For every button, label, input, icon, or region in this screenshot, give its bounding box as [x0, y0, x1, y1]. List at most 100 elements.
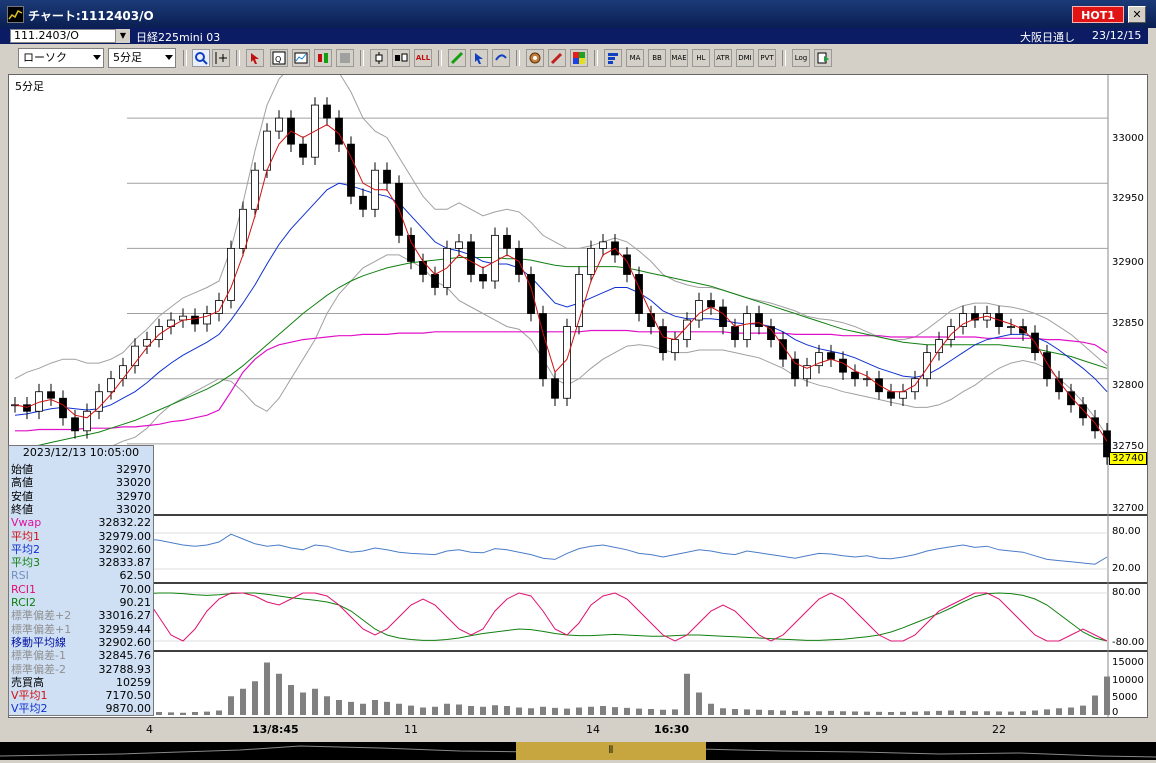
candle-body [1043, 352, 1051, 380]
bollinger-lower-line [14, 254, 1108, 458]
color-palette-icon[interactable] [570, 49, 588, 67]
price-tick: 32700 [1112, 503, 1144, 514]
instrument-name: 日経225mini 03 [136, 31, 221, 44]
candle-body [743, 313, 751, 341]
all-button[interactable]: ALL [414, 49, 432, 67]
data-row-label: 売買高 [11, 675, 44, 689]
candle-body [275, 117, 283, 132]
dmi-button[interactable]: DMI [736, 49, 754, 67]
volume-bar [300, 692, 306, 715]
compare-icon[interactable] [314, 49, 332, 67]
candle-body [671, 339, 679, 354]
candle-body [479, 274, 487, 282]
data-row: 標準偏差-2 32788.93 [9, 663, 153, 676]
chevron-down-icon [93, 55, 101, 60]
settings-icon[interactable] [526, 49, 544, 67]
candle-body [83, 410, 91, 432]
rsi-line [14, 533, 1108, 565]
interval-select[interactable]: 5分足 [108, 48, 176, 68]
volume-bar [828, 710, 834, 715]
volume-bar [420, 707, 426, 715]
rci-long-line [14, 592, 1108, 642]
counter-icon[interactable]: Q [270, 49, 288, 67]
volume-bar [252, 681, 258, 715]
volume-bar [948, 710, 954, 715]
chart-window-icon[interactable] [292, 49, 310, 67]
time-axis-label: 4 [146, 723, 153, 736]
candle-icon[interactable] [370, 49, 388, 67]
chart-toolbar: ローソク 5分足 Q ALL MA BB MAE HL ATR DMI PVT … [0, 44, 1148, 72]
candle-body [119, 365, 127, 380]
volume-bar [444, 703, 450, 715]
candle-body [1007, 326, 1015, 328]
tools-icon[interactable] [548, 49, 566, 67]
data-row: RCI2 90.21 [9, 596, 153, 609]
data-row-label: 移動平均線 [11, 635, 66, 649]
candle-body [47, 391, 55, 399]
pointer-tool-icon[interactable] [246, 49, 264, 67]
ma-button[interactable]: MA [626, 49, 644, 67]
data-row-value: 70.00 [119, 582, 152, 596]
data-row-label: 平均1 [11, 529, 40, 543]
volume-bar [1104, 676, 1110, 715]
window-titlebar: チャート:1112403/O HOT1 ✕ [0, 0, 1156, 28]
mae-button[interactable]: MAE [670, 49, 688, 67]
candle-body [107, 378, 115, 393]
hot-button[interactable]: HOT1 [1072, 6, 1124, 23]
volume-bar [672, 709, 678, 715]
volume-bar [528, 708, 534, 715]
data-row-value: 33020 [116, 502, 151, 516]
volume-bar [840, 711, 846, 715]
data-row-label: 平均3 [11, 556, 40, 570]
data-row-label: RSI [11, 569, 29, 583]
time-axis-label: 13/8:45 [252, 723, 299, 736]
volume-bar [816, 711, 822, 715]
data-row-value: 62.50 [119, 569, 152, 583]
vol-profile-icon[interactable] [604, 49, 622, 67]
candle-pair-icon[interactable] [392, 49, 410, 67]
bb-button[interactable]: BB [648, 49, 666, 67]
fill-icon[interactable] [492, 49, 510, 67]
volume-bar [708, 703, 714, 715]
log-button[interactable]: Log [792, 49, 810, 67]
market-label: 大阪日通し [1020, 31, 1075, 44]
pvt-button[interactable]: PVT [758, 49, 776, 67]
volume-bar [204, 711, 210, 715]
volume-bar [996, 711, 1002, 715]
crosshair-icon[interactable] [212, 49, 230, 67]
candle-body [59, 397, 67, 419]
export-icon[interactable] [814, 49, 832, 67]
data-row: Vwap 32832.22 [9, 516, 153, 529]
symbol-dropdown-icon[interactable]: ▼ [116, 29, 130, 43]
data-row-value: 32833.87 [98, 556, 152, 570]
volume-bar [228, 696, 234, 715]
data-row: 売買高 10259 [9, 676, 153, 689]
data-window: 2023/12/13 10:05:00 始値 32970 高値 33020 安値 3297… [8, 445, 154, 716]
data-row: 高値 33020 [9, 476, 153, 489]
volume-bar [552, 707, 558, 715]
symbol-input[interactable]: 111.2403/O [10, 29, 116, 43]
volume-bar [396, 703, 402, 715]
pen-icon[interactable] [448, 49, 466, 67]
scrollbar-thumb[interactable]: ⦀ [516, 742, 706, 760]
candle-body [503, 234, 511, 249]
current-price-marker: 32740 [1109, 452, 1147, 465]
app-chart-icon [7, 6, 24, 23]
candle-body [299, 143, 307, 158]
candle-body [599, 241, 607, 249]
chart-type-select[interactable]: ローソク [18, 48, 104, 68]
data-row-value: 32832.22 [98, 516, 152, 530]
volume-bar [984, 711, 990, 715]
info-icon[interactable] [336, 49, 354, 67]
candle-body [647, 313, 655, 327]
atr-button[interactable]: ATR [714, 49, 732, 67]
volume-bar [588, 706, 594, 715]
hl-button[interactable]: HL [692, 49, 710, 67]
arrow-tool-icon[interactable] [470, 49, 488, 67]
ma-short-line [14, 124, 1108, 442]
close-icon[interactable]: ✕ [1128, 6, 1146, 23]
chart-area[interactable]: 5分足 33000 32950 32900 32850 32800 32750 … [8, 74, 1148, 718]
data-row: 平均2 32902.60 [9, 543, 153, 556]
volume-bar [876, 711, 882, 715]
zoom-icon[interactable] [192, 49, 210, 67]
